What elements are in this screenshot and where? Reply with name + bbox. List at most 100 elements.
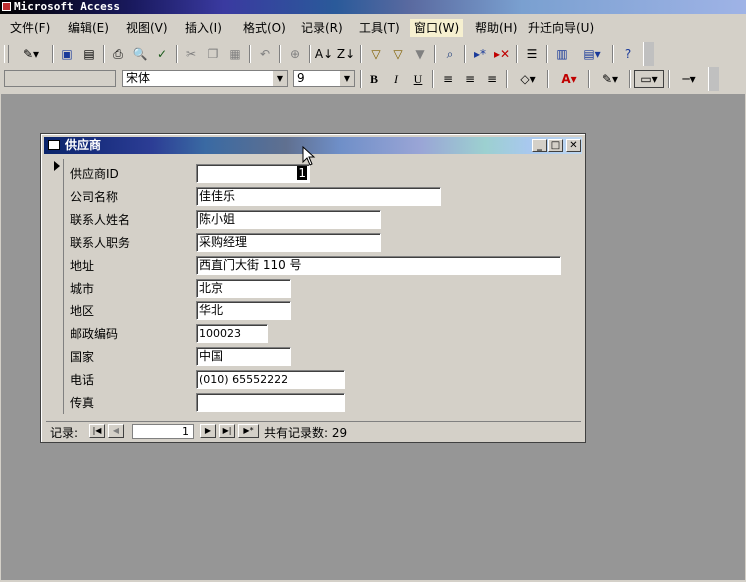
label-contact-name: 联系人姓名 xyxy=(70,213,131,227)
new-object-icon[interactable]: ▤▾ xyxy=(575,45,609,63)
field-company-name[interactable]: 佳佳乐 xyxy=(196,187,441,206)
line-width-icon[interactable]: ─▾ xyxy=(674,70,704,88)
menu-window[interactable]: 窗口(W) xyxy=(410,19,464,37)
label-country: 国家 xyxy=(70,350,95,364)
line-color-icon[interactable]: ✎▾ xyxy=(595,70,625,88)
toolbar-separator xyxy=(360,70,362,88)
align-left-icon[interactable]: ≡ xyxy=(439,70,457,88)
field-postal-code[interactable]: 100023 xyxy=(196,324,268,343)
previous-record-button[interactable]: ◀ xyxy=(108,424,124,438)
toolbar-separator xyxy=(516,45,518,63)
record-number-input[interactable]: 1 xyxy=(132,424,194,439)
toolbar-separator xyxy=(103,45,105,63)
font-name-select[interactable]: 宋体 ▼ xyxy=(122,70,288,87)
align-right-icon[interactable]: ≡ xyxy=(483,70,501,88)
font-size-select[interactable]: 9 ▼ xyxy=(293,70,355,87)
first-record-button[interactable]: |◀ xyxy=(89,424,105,438)
copy-icon[interactable]: ❐ xyxy=(204,45,222,63)
undo-icon[interactable]: ↶ xyxy=(256,45,274,63)
help-icon[interactable]: ? xyxy=(619,45,637,63)
field-city[interactable]: 北京 xyxy=(196,279,291,298)
minimize-button[interactable]: _ xyxy=(532,139,547,152)
field-country[interactable]: 中国 xyxy=(196,347,291,366)
design-icon[interactable]: ✎▾ xyxy=(14,45,48,63)
font-color-icon[interactable]: A▾ xyxy=(554,70,584,88)
record-selector[interactable] xyxy=(51,159,64,414)
close-button[interactable]: ✕ xyxy=(566,139,581,152)
field-fax[interactable] xyxy=(196,393,345,412)
last-record-button[interactable]: ▶| xyxy=(219,424,235,438)
print-icon[interactable]: ⎙ xyxy=(109,45,127,63)
label-contact-title: 联系人职务 xyxy=(70,236,131,250)
label-supplier-id: 供应商ID xyxy=(70,167,119,181)
paste-icon[interactable]: ▦ xyxy=(226,45,244,63)
new-record-icon[interactable]: ▸* xyxy=(471,45,489,63)
field-phone[interactable]: (010) 65552222 xyxy=(196,370,345,389)
delete-record-icon[interactable]: ▸✕ xyxy=(493,45,511,63)
toolbar-options-icon[interactable] xyxy=(708,67,719,91)
field-region[interactable]: 华北 xyxy=(196,301,291,320)
new-record-button[interactable]: ▶* xyxy=(238,424,259,438)
label-postal-code: 邮政编码 xyxy=(70,327,119,341)
maximize-button[interactable]: □ xyxy=(548,139,563,152)
apply-filter-icon[interactable]: ▼ xyxy=(411,45,429,63)
label-region: 地区 xyxy=(70,304,95,318)
field-contact-title[interactable]: 采购经理 xyxy=(196,233,381,252)
toolbar-separator xyxy=(52,45,54,63)
sort-desc-icon[interactable]: Z↓ xyxy=(337,45,355,63)
border-style-icon[interactable]: ▭▾ xyxy=(634,70,664,88)
menu-upsizing-wizard[interactable]: 升迁向导(U) xyxy=(524,19,598,37)
menu-insert[interactable]: 插入(I) xyxy=(181,19,226,37)
menu-file[interactable]: 文件(F) xyxy=(6,19,54,37)
menu-view[interactable]: 视图(V) xyxy=(122,19,172,37)
toolbar-separator xyxy=(360,45,362,63)
current-record-arrow-icon xyxy=(54,161,60,171)
italic-button[interactable]: I xyxy=(387,70,405,88)
nav-label: 记录: xyxy=(50,426,79,440)
access-key-icon xyxy=(2,2,11,11)
menu-tools[interactable]: 工具(T) xyxy=(355,19,404,37)
spell-icon[interactable]: ✓ xyxy=(153,45,171,63)
chevron-down-icon: ▼ xyxy=(340,71,354,86)
chevron-down-icon: ▼ xyxy=(273,71,287,86)
label-address: 地址 xyxy=(70,259,95,273)
toolbar-separator xyxy=(612,45,614,63)
app-title-bar: Microsoft Access xyxy=(0,0,746,14)
form-icon xyxy=(48,140,60,150)
toolbar-separator xyxy=(668,70,670,88)
fill-color-icon[interactable]: ◇▾ xyxy=(513,70,543,88)
menu-help[interactable]: 帮助(H) xyxy=(471,19,521,37)
bold-button[interactable]: B xyxy=(365,70,383,88)
form-view-toolbar: ✎▾ ▣ ▤ ⎙ 🔍 ✓ ✂ ❐ ▦ ↶ ⊕ A↓ Z↓ ▽ ▽ ▼ ⌕ ▸* … xyxy=(0,42,655,66)
filter-form-icon[interactable]: ▽ xyxy=(389,45,407,63)
menu-records[interactable]: 记录(R) xyxy=(297,19,347,37)
save-icon[interactable]: ▣ xyxy=(58,45,76,63)
menu-format[interactable]: 格式(O) xyxy=(239,19,290,37)
label-fax: 传真 xyxy=(70,396,95,410)
toolbar-separator xyxy=(547,70,549,88)
cut-icon[interactable]: ✂ xyxy=(182,45,200,63)
toolbar-separator xyxy=(309,45,311,63)
filter-selection-icon[interactable]: ▽ xyxy=(367,45,385,63)
find-icon[interactable]: ⌕ xyxy=(441,45,459,63)
object-select[interactable] xyxy=(4,70,116,87)
sort-asc-icon[interactable]: A↓ xyxy=(315,45,333,63)
toolbar-separator xyxy=(629,70,631,88)
preview-icon[interactable]: 🔍 xyxy=(131,45,149,63)
field-contact-name[interactable]: 陈小姐 xyxy=(196,210,381,229)
toolbar-options-icon[interactable] xyxy=(643,42,654,66)
menu-edit[interactable]: 编辑(E) xyxy=(64,19,113,37)
menu-bar: 文件(F) 编辑(E) 视图(V) 插入(I) 格式(O) 记录(R) 工具(T… xyxy=(0,17,746,39)
next-record-button[interactable]: ▶ xyxy=(200,424,216,438)
hyperlink-icon[interactable]: ⊕ xyxy=(286,45,304,63)
app-title: Microsoft Access xyxy=(14,0,120,13)
form-search-icon[interactable]: ▤ xyxy=(80,45,98,63)
field-supplier-id[interactable]: 1 xyxy=(196,164,310,183)
align-center-icon[interactable]: ≡ xyxy=(461,70,479,88)
toolbar-grip[interactable] xyxy=(4,45,9,63)
database-window-icon[interactable]: ▥ xyxy=(553,45,571,63)
underline-button[interactable]: U xyxy=(409,70,427,88)
properties-icon[interactable]: ☰ xyxy=(523,45,541,63)
field-address[interactable]: 西直门大街 110 号 xyxy=(196,256,561,275)
label-phone: 电话 xyxy=(70,373,95,387)
